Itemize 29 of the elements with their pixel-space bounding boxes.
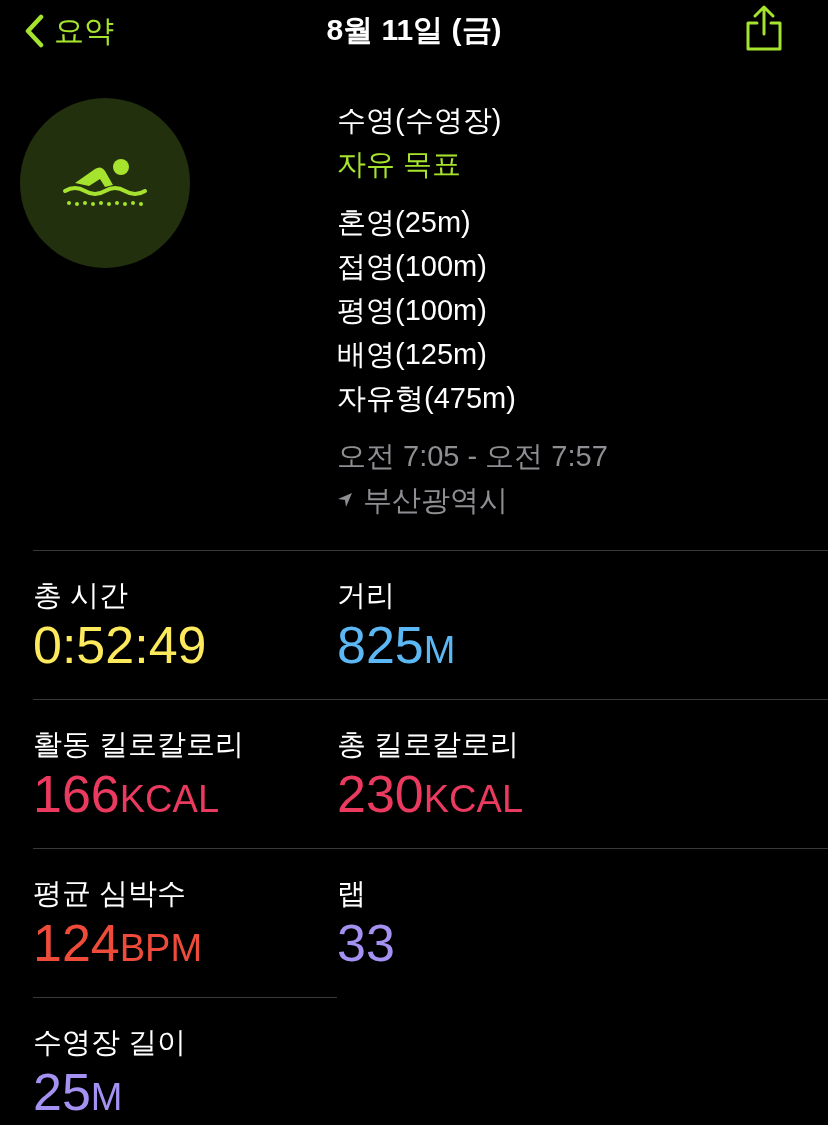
workout-goal: 자유 목표 bbox=[337, 147, 463, 182]
stroke-distance: 자유형(475m) bbox=[337, 381, 517, 416]
metric-value: 825M bbox=[337, 615, 456, 676]
metric-label: 총 킬로칼로리 bbox=[337, 727, 521, 762]
workout-name: 수영(수영장) bbox=[337, 103, 503, 138]
share-icon[interactable] bbox=[744, 4, 784, 52]
time-range: 오전 7:05 - 오전 7:57 bbox=[337, 439, 608, 474]
metric-label: 수영장 길이 bbox=[33, 1025, 188, 1060]
stroke-distance: 혼영(25m) bbox=[337, 205, 472, 240]
stroke-distance: 배영(125m) bbox=[337, 337, 488, 372]
back-button[interactable]: 요약 bbox=[24, 8, 114, 53]
location-text: 부산광역시 bbox=[363, 483, 508, 518]
metric-label: 총 시간 bbox=[33, 578, 130, 613]
swimmer-icon bbox=[61, 157, 149, 209]
metric-value: 166KCAL bbox=[33, 764, 220, 825]
metric-value: 124BPM bbox=[33, 913, 203, 974]
metric-label: 평균 심박수 bbox=[33, 876, 188, 911]
metric-value: 230KCAL bbox=[337, 764, 524, 825]
metric-label: 거리 bbox=[337, 578, 396, 613]
metric-value: 25M bbox=[33, 1062, 123, 1123]
metric-label: 활동 킬로칼로리 bbox=[33, 727, 246, 762]
metric-label: 랩 bbox=[337, 876, 367, 911]
page-title: 8월 11일 (금) bbox=[326, 11, 502, 48]
metric-value: 0:52:49 bbox=[33, 615, 207, 676]
stroke-distance: 평영(100m) bbox=[337, 293, 488, 328]
location-arrow-icon bbox=[337, 492, 353, 508]
metric-value: 33 bbox=[337, 913, 395, 974]
chevron-left-icon bbox=[24, 13, 44, 48]
stroke-distance: 접영(100m) bbox=[337, 249, 488, 284]
